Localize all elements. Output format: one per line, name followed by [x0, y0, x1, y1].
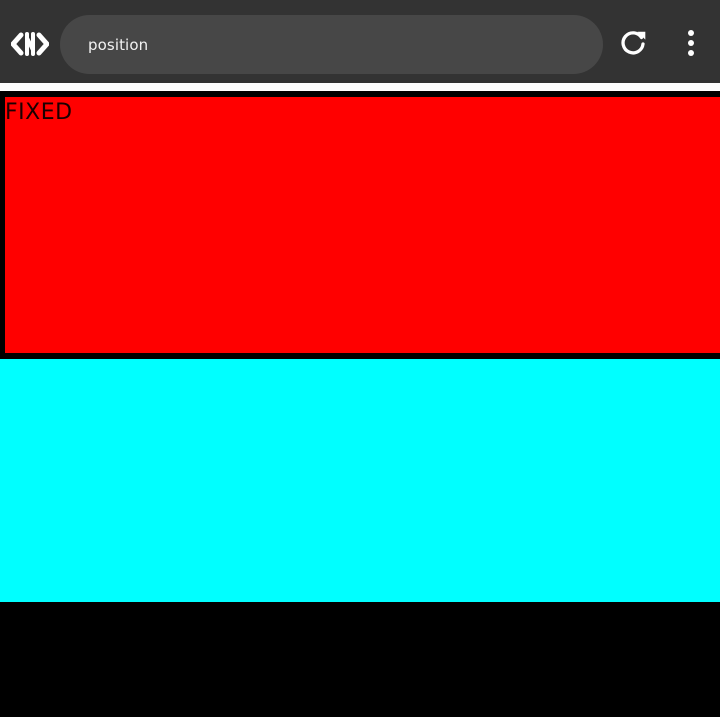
address-bar[interactable]: position: [60, 15, 603, 74]
browser-window: position FIXED: [0, 0, 720, 717]
address-text: position: [88, 35, 149, 54]
page-top-strip: [0, 83, 720, 91]
refresh-icon: [617, 27, 649, 63]
vertical-dots-menu-icon: [685, 28, 697, 62]
fixed-position-box: FIXED: [0, 92, 720, 358]
web-page-content: FIXED: [0, 83, 720, 717]
cyan-content-box: [0, 359, 720, 602]
fixed-box-label: FIXED: [5, 100, 73, 125]
refresh-button[interactable]: [613, 25, 653, 65]
browser-toolbar: position: [0, 0, 720, 83]
code-brackets-logo-icon: [10, 29, 50, 63]
overflow-menu-button[interactable]: [673, 25, 709, 65]
app-logo-button[interactable]: [6, 24, 54, 68]
